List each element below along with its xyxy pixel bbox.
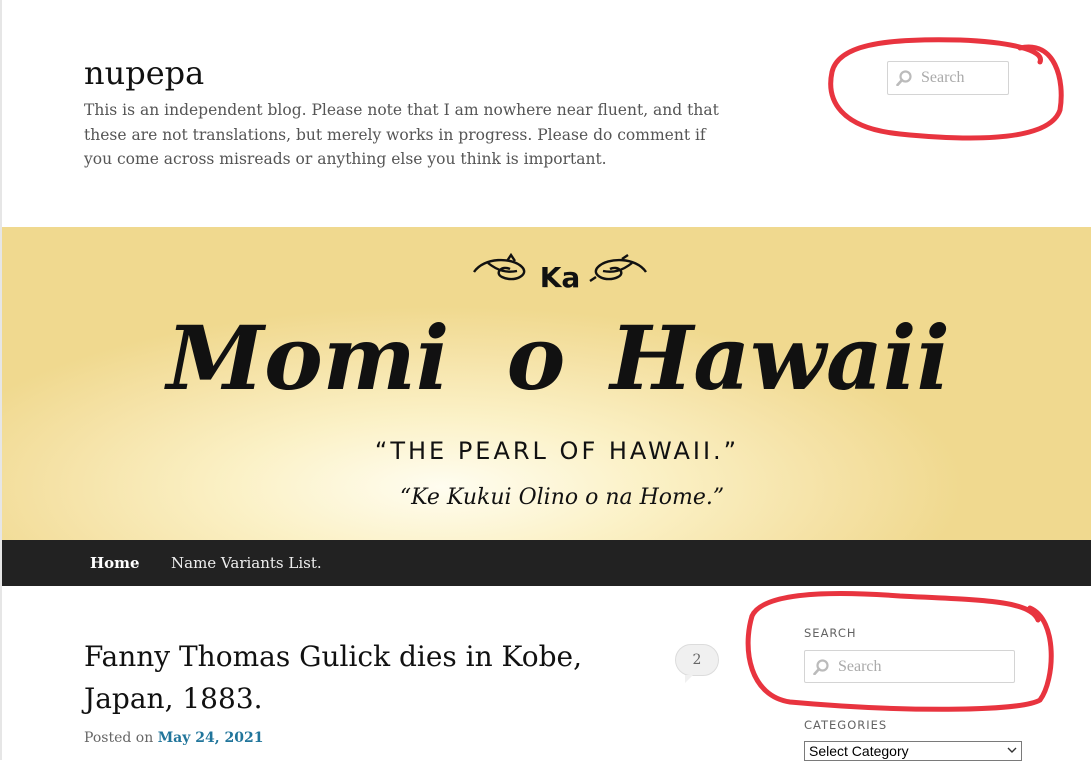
sidebar-search-input[interactable]: Search: [804, 650, 1015, 683]
comment-count-bubble[interactable]: 2: [675, 644, 719, 683]
posted-on-label: Posted on: [84, 730, 154, 746]
header-search-placeholder: Search: [921, 69, 965, 86]
site-title[interactable]: nupepa: [84, 55, 204, 91]
banner-word-hawaii: Hawaii: [607, 306, 950, 410]
sidebar-search-title: SEARCH: [804, 626, 857, 640]
comment-count: 2: [692, 652, 702, 668]
nav-item-home[interactable]: Home: [90, 554, 140, 572]
search-icon: [813, 658, 829, 675]
header-search-input[interactable]: Search: [887, 61, 1009, 95]
chevron-down-icon: [1007, 747, 1017, 753]
sidebar-search-placeholder: Search: [838, 657, 882, 675]
banner-ka: Ka: [540, 261, 581, 294]
search-icon: [896, 70, 912, 86]
header-banner-image: Ka Momi o Hawaii “THE PEARL OF HAWAII.” …: [2, 227, 1091, 540]
banner-tagline: “Ke Kukui Olino o na Home.”: [400, 485, 724, 510]
ornament-left: [473, 252, 526, 281]
banner-word-momi: Momi: [164, 306, 450, 410]
post-meta: Posted on May 24, 2021: [84, 730, 263, 746]
main-navigation: Home Name Variants List.: [2, 540, 1091, 586]
site-description: This is an independent blog. Please note…: [84, 101, 719, 168]
banner-artwork: Ka Momi o Hawaii “THE PEARL OF HAWAII.” …: [164, 252, 950, 510]
categories-select[interactable]: Select Category: [804, 741, 1022, 761]
post-date-link[interactable]: May 24, 2021: [158, 730, 264, 746]
ornament-right: [589, 254, 647, 282]
sidebar-categories-title: CATEGORIES: [804, 718, 888, 732]
banner-subtitle: “THE PEARL OF HAWAII.”: [375, 437, 739, 465]
categories-selected-value: Select Category: [809, 743, 909, 759]
nav-item-name-variants[interactable]: Name Variants List.: [171, 554, 322, 572]
post-title[interactable]: Fanny Thomas Gulick dies in Kobe, Japan,…: [84, 636, 644, 720]
banner-word-o: o: [507, 306, 566, 410]
